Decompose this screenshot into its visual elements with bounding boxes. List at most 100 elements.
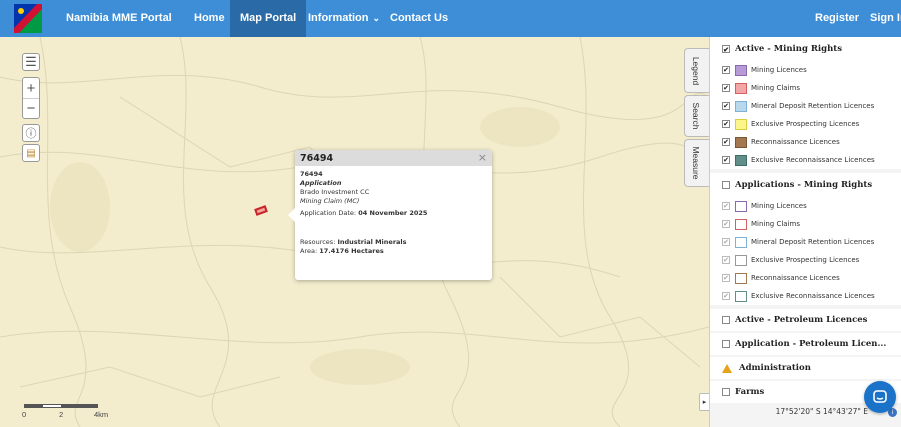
layer-checkbox[interactable]: ✔ xyxy=(722,274,730,282)
legend-swatch xyxy=(735,118,747,130)
nav-contact-us[interactable]: Contact Us xyxy=(380,0,458,37)
popup-body: 76494 Application Brado Investment CC Mi… xyxy=(295,166,492,260)
sign-in-link[interactable]: Sign In xyxy=(860,0,901,37)
coordinate-text: 17°52'20" S 14°43'27" E xyxy=(775,406,868,416)
layer-checkbox[interactable]: ✔ xyxy=(722,292,730,300)
popup-date-label: Application Date: xyxy=(300,209,357,217)
group-active-mining-rights-header[interactable]: ✔ Active - Mining Rights xyxy=(710,37,901,61)
layer-label: Mineral Deposit Retention Licences xyxy=(751,238,875,246)
group-checkbox[interactable] xyxy=(722,340,730,348)
scale-bar-graphic xyxy=(24,404,98,408)
chevron-down-icon: ⌄ xyxy=(372,13,381,23)
layer-row[interactable]: ✔ Mineral Deposit Retention Licences xyxy=(710,233,901,251)
nav-map-portal-label: Map Portal xyxy=(240,12,297,24)
layer-label: Exclusive Reconnaissance Licences xyxy=(751,156,875,164)
scale-label-4km: 4km xyxy=(94,410,109,419)
namibia-flag-logo[interactable] xyxy=(14,4,42,33)
layer-label: Mining Claims xyxy=(751,220,801,228)
chat-bubble-button[interactable] xyxy=(864,381,896,413)
legend-swatch xyxy=(735,82,747,94)
popup-holder: Brado Investment CC xyxy=(300,188,370,196)
layer-checkbox[interactable]: ✔ xyxy=(722,66,730,74)
legend-swatch xyxy=(735,136,747,148)
legend-swatch xyxy=(735,272,747,284)
layer-row[interactable]: ✔ Exclusive Prospecting Licences xyxy=(710,251,901,269)
legend-swatch xyxy=(735,64,747,76)
group-title: Application - Petroleum Licen... xyxy=(735,339,887,349)
group-checkbox[interactable]: ✔ xyxy=(722,45,730,53)
legend-swatch xyxy=(735,290,747,302)
group-title: Farms xyxy=(735,387,765,397)
layer-checkbox[interactable]: ✔ xyxy=(722,220,730,228)
group-application-petroleum[interactable]: Application - Petroleum Licen... xyxy=(710,333,901,355)
map-canvas[interactable]: ☰ + − ⓘ ▤ 76494 × 76494 Application Brad… xyxy=(0,37,709,427)
layer-label: Reconnaissance Licences xyxy=(751,138,840,146)
tab-legend-label: Legend xyxy=(691,56,701,85)
popup-title: 76494 xyxy=(295,150,492,166)
layer-label: Mining Licences xyxy=(751,202,807,210)
layer-checkbox[interactable]: ✔ xyxy=(722,202,730,210)
popup-type: Mining Claim (MC) xyxy=(300,197,360,205)
layer-row[interactable]: ✔ Exclusive Reconnaissance Licences xyxy=(710,151,901,169)
close-icon[interactable]: × xyxy=(478,151,487,164)
layer-row[interactable]: ✔ Exclusive Prospecting Licences xyxy=(710,115,901,133)
group-administration[interactable]: Administration xyxy=(710,357,901,379)
group-applications-mining-rights-header[interactable]: Applications - Mining Rights xyxy=(710,173,901,197)
zoom-in-button[interactable]: + xyxy=(23,78,39,98)
popup-status: Application xyxy=(300,179,342,187)
popup-area-label: Area: xyxy=(300,247,318,255)
layer-row[interactable]: ✔ Exclusive Reconnaissance Licences xyxy=(710,287,901,305)
group-active-petroleum[interactable]: Active - Petroleum Licences xyxy=(710,309,901,331)
group-checkbox[interactable] xyxy=(722,316,730,324)
legend-swatch xyxy=(735,218,747,230)
nav-information[interactable]: Information ⌄ xyxy=(298,0,390,37)
print-icon[interactable]: ▤ xyxy=(22,144,40,162)
layer-checkbox[interactable]: ✔ xyxy=(722,84,730,92)
layer-row[interactable]: ✔ Reconnaissance Licences xyxy=(710,269,901,287)
nav-contact-us-label: Contact Us xyxy=(390,12,449,24)
tab-measure-label: Measure xyxy=(691,146,701,180)
layer-row[interactable]: ✔ Mining Claims xyxy=(710,215,901,233)
layer-row[interactable]: ✔ Mineral Deposit Retention Licences xyxy=(710,97,901,115)
layer-checkbox[interactable]: ✔ xyxy=(722,238,730,246)
layer-row[interactable]: ✔ Mining Licences xyxy=(710,61,901,79)
nav-home-label: Home xyxy=(194,12,225,24)
layer-row[interactable]: ✔ Mining Licences xyxy=(710,197,901,215)
layer-checkbox[interactable]: ✔ xyxy=(722,256,730,264)
layer-checkbox[interactable]: ✔ xyxy=(722,120,730,128)
layer-row[interactable]: ✔ Mining Claims xyxy=(710,79,901,97)
popup-resources-value: Industrial Minerals xyxy=(337,238,407,246)
legend-swatch xyxy=(735,154,747,166)
layer-label: Exclusive Prospecting Licences xyxy=(751,256,860,264)
sign-in-label: Sign In xyxy=(870,12,901,24)
group-checkbox[interactable] xyxy=(722,181,730,189)
layer-row[interactable]: ✔ Reconnaissance Licences xyxy=(710,133,901,151)
register-label: Register xyxy=(815,12,860,24)
group-title: Administration xyxy=(739,363,811,373)
tab-search-label: Search xyxy=(691,102,701,130)
layer-label: Mineral Deposit Retention Licences xyxy=(751,102,875,110)
popup-id: 76494 xyxy=(300,170,323,178)
group-checkbox[interactable] xyxy=(722,388,730,396)
portal-brand[interactable]: Namibia MME Portal xyxy=(66,12,172,24)
popup-resources-label: Resources: xyxy=(300,238,336,246)
tab-legend[interactable]: Legend xyxy=(684,48,709,93)
layer-checkbox[interactable]: ✔ xyxy=(722,102,730,110)
layers-menu-button[interactable]: ☰ xyxy=(22,53,40,71)
info-icon[interactable]: ⓘ xyxy=(22,124,40,142)
nav-map-portal[interactable]: Map Portal xyxy=(230,0,307,37)
legend-swatch xyxy=(735,200,747,212)
layer-label: Mining Claims xyxy=(751,84,801,92)
group-title: Active - Petroleum Licences xyxy=(735,315,868,325)
zoom-out-button[interactable]: − xyxy=(23,98,39,118)
nav-home[interactable]: Home xyxy=(184,0,235,37)
layer-checkbox[interactable]: ✔ xyxy=(722,138,730,146)
layer-checkbox[interactable]: ✔ xyxy=(722,156,730,164)
app-root: Namibia MME Portal Home Map Portal Infor… xyxy=(0,0,901,427)
layer-label: Exclusive Prospecting Licences xyxy=(751,120,860,128)
tab-search[interactable]: Search xyxy=(684,95,709,137)
popup-resources-row: Resources: Industrial Minerals xyxy=(300,238,487,247)
popup-area-value: 17.4176 Hectares xyxy=(319,247,384,255)
top-navbar: Namibia MME Portal Home Map Portal Infor… xyxy=(0,0,901,37)
tab-measure[interactable]: Measure xyxy=(684,139,709,187)
